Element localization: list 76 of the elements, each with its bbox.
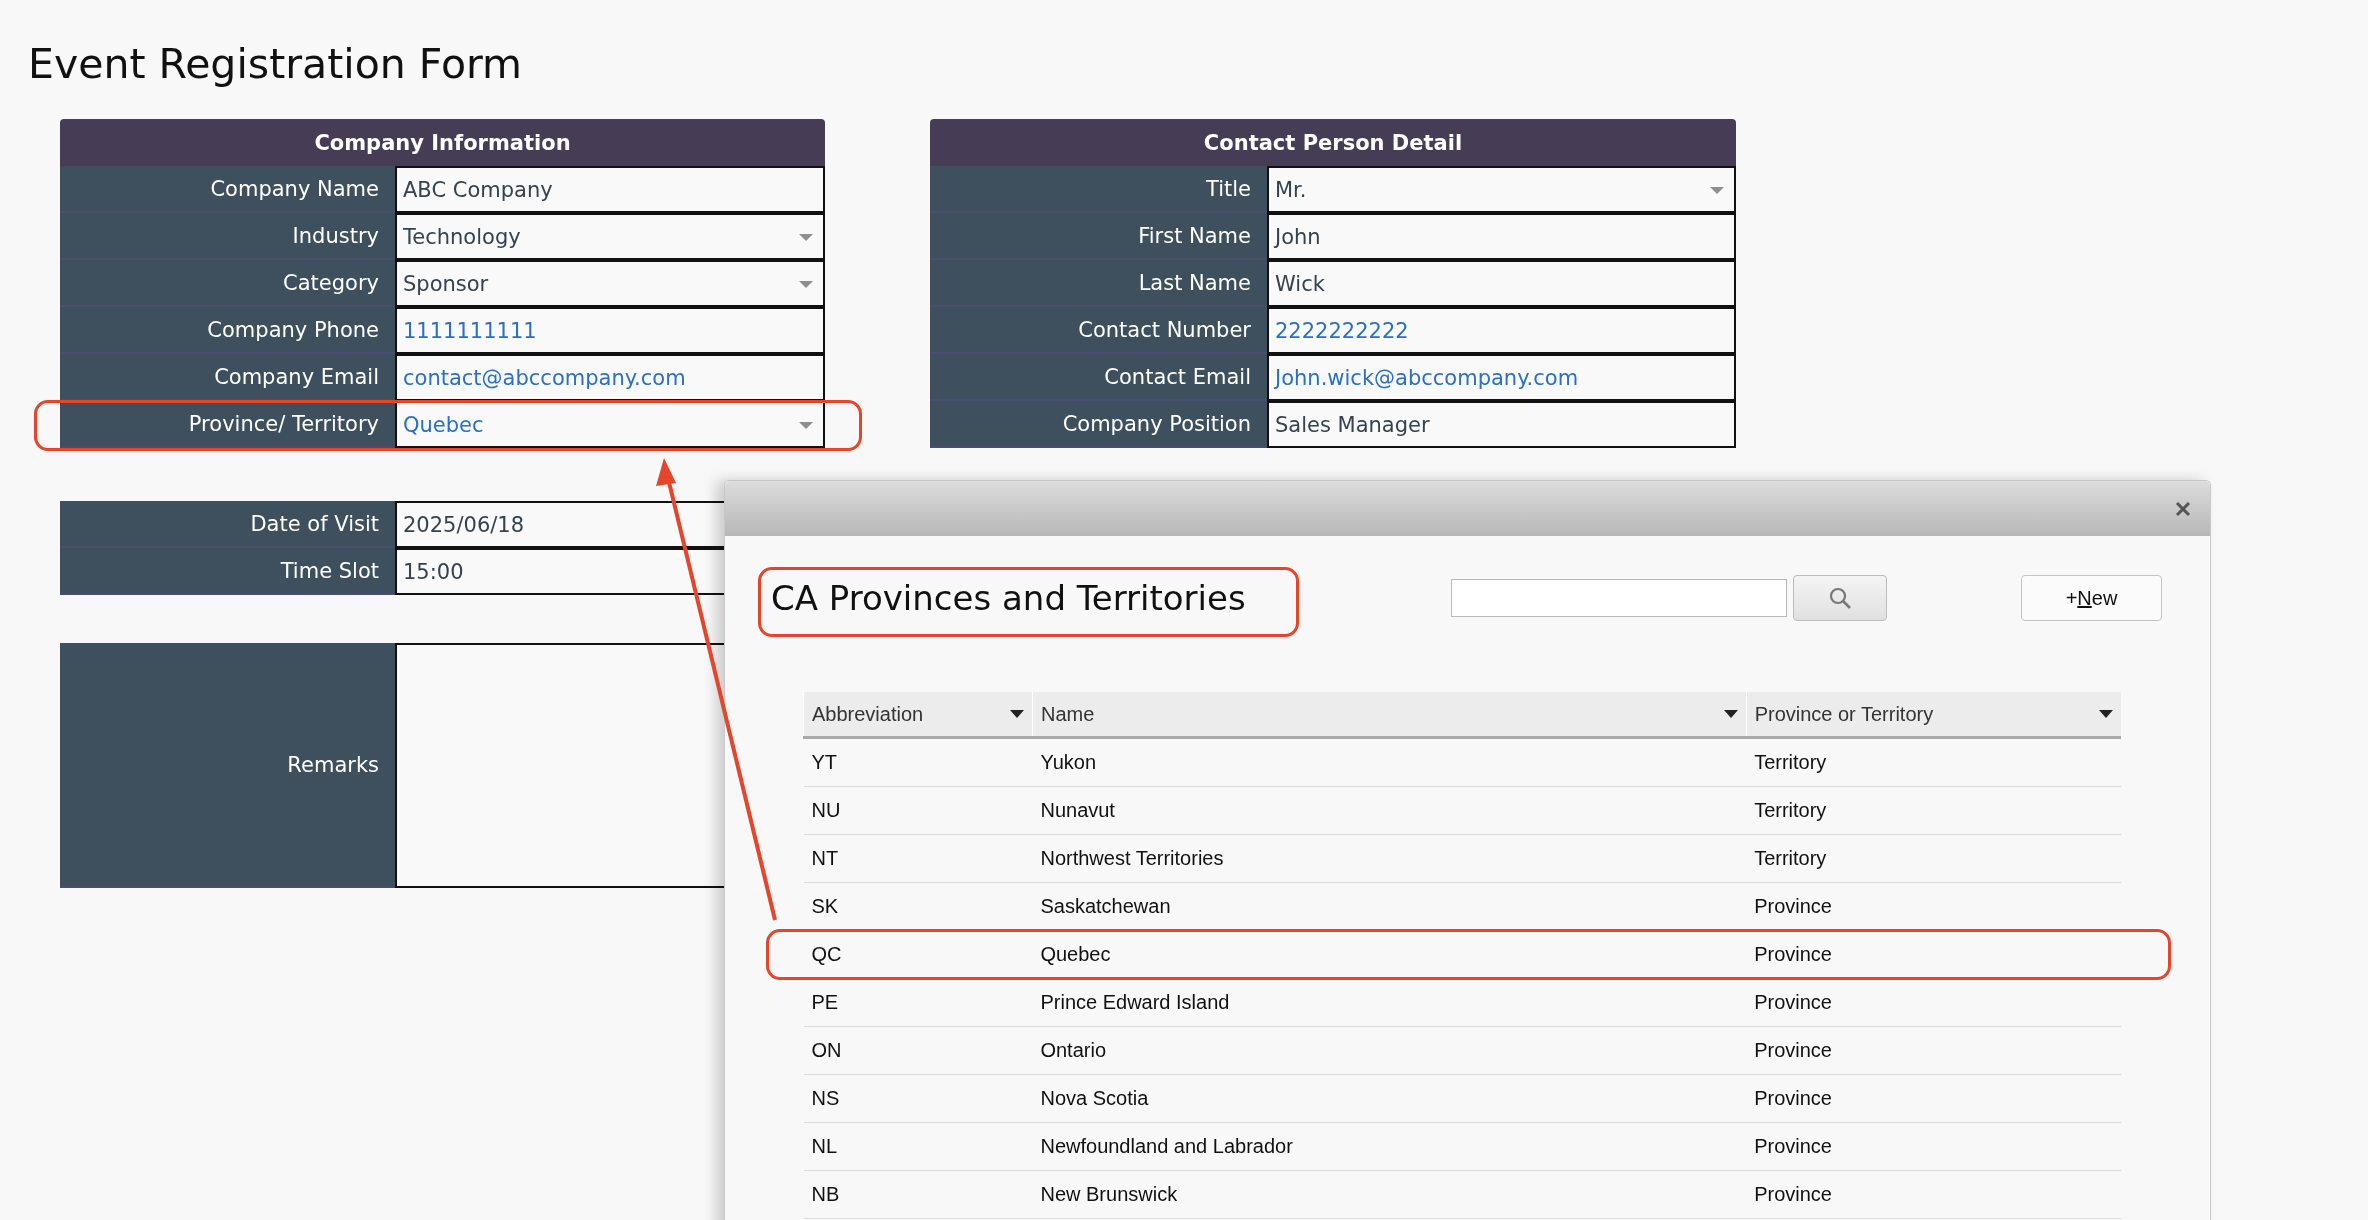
table-cell: Nunavut xyxy=(1032,786,1747,835)
table-cell: Province xyxy=(1746,978,2121,1027)
input-field[interactable]: Wick xyxy=(1267,260,1736,307)
table-cell: Territory xyxy=(1746,737,2121,787)
table-cell: Quebec xyxy=(1032,930,1747,979)
field-label: Province/ Territory xyxy=(60,401,395,448)
section-header: Contact Person Detail xyxy=(930,119,1736,166)
table-cell: NT xyxy=(803,834,1033,883)
page-title: Event Registration Form xyxy=(27,39,524,86)
column-header[interactable]: Name xyxy=(1032,692,1747,738)
search-field[interactable] xyxy=(1451,579,1787,617)
field-label: Time Slot xyxy=(60,548,395,595)
table-cell: NB xyxy=(803,1170,1033,1219)
table-cell: Saskatchewan xyxy=(1032,882,1747,931)
field-label: Contact Email xyxy=(930,354,1267,401)
table-cell: Newfoundland and Labrador xyxy=(1032,1122,1747,1171)
dropdown-field[interactable]: Mr. xyxy=(1267,166,1736,213)
field-label: Company Position xyxy=(930,401,1267,448)
table-cell: Territory xyxy=(1746,834,2121,883)
field-label: Title xyxy=(930,166,1267,213)
table-cell: Province xyxy=(1746,930,2121,979)
table-cell: Northwest Territories xyxy=(1032,834,1747,883)
caret-icon xyxy=(799,280,813,288)
input-field[interactable]: 1111111111 xyxy=(395,307,825,354)
field-label: Category xyxy=(60,260,395,307)
table-cell: NL xyxy=(803,1122,1033,1171)
sort-caret-icon xyxy=(1723,710,1738,718)
table-cell: ON xyxy=(803,1026,1033,1075)
section-header: Company Information xyxy=(60,119,825,166)
table-cell: New Brunswick xyxy=(1032,1170,1747,1219)
dialog-title: CA Provinces and Territories xyxy=(771,577,1246,620)
dropdown-field[interactable]: Sponsor xyxy=(395,260,825,307)
field-label: Date of Visit xyxy=(60,501,395,548)
field-label: Industry xyxy=(60,213,395,260)
sort-caret-icon xyxy=(1009,710,1024,718)
search-button[interactable] xyxy=(1793,575,1887,621)
table-cell: Nova Scotia xyxy=(1032,1074,1747,1123)
input-field[interactable]: John xyxy=(1267,213,1736,260)
table-cell: Ontario xyxy=(1032,1026,1747,1075)
sort-caret-icon xyxy=(2099,710,2113,718)
close-button[interactable] xyxy=(2174,499,2192,518)
dropdown-field[interactable]: Technology xyxy=(395,213,825,260)
table-cell: NU xyxy=(803,786,1033,835)
table-cell: Province xyxy=(1746,882,2121,931)
field-label: Company Name xyxy=(60,166,395,213)
table-cell: Province xyxy=(1746,1074,2121,1123)
field-label: Contact Number xyxy=(930,307,1267,354)
table-cell: Province xyxy=(1746,1170,2121,1219)
field-label: Company Phone xyxy=(60,307,395,354)
caret-icon xyxy=(799,233,813,241)
table-cell: YT xyxy=(803,737,1033,787)
table-cell: Province xyxy=(1746,1026,2121,1075)
table-cell: SK xyxy=(803,882,1033,931)
search-icon xyxy=(1828,586,1852,610)
table-cell: Territory xyxy=(1746,786,2121,835)
column-header[interactable]: Province or Territory xyxy=(1746,692,2121,738)
input-field[interactable]: 2222222222 xyxy=(1267,307,1736,354)
field-label: Company Email xyxy=(60,354,395,401)
input-field[interactable]: Sales Manager xyxy=(1267,401,1736,448)
field-label: Last Name xyxy=(930,260,1267,307)
table-cell: PE xyxy=(803,978,1033,1027)
table-cell: Yukon xyxy=(1032,737,1747,787)
dropdown-field[interactable]: Quebec xyxy=(395,401,825,448)
table-cell: Prince Edward Island xyxy=(1032,978,1747,1027)
field-label: First Name xyxy=(930,213,1267,260)
input-field[interactable]: John.wick@abccompany.com xyxy=(1267,354,1736,401)
table-cell: Province xyxy=(1746,1122,2121,1171)
input-field[interactable]: ABC Company xyxy=(395,166,825,213)
caret-icon xyxy=(1710,186,1724,194)
column-header[interactable]: Abbreviation xyxy=(803,692,1033,738)
new-button[interactable]: +New xyxy=(2021,575,2162,621)
input-field[interactable]: contact@abccompany.com xyxy=(395,354,825,401)
table-cell: QC xyxy=(803,930,1033,979)
table-cell: NS xyxy=(803,1074,1033,1123)
caret-icon xyxy=(799,421,813,429)
field-label: Remarks xyxy=(60,643,395,888)
